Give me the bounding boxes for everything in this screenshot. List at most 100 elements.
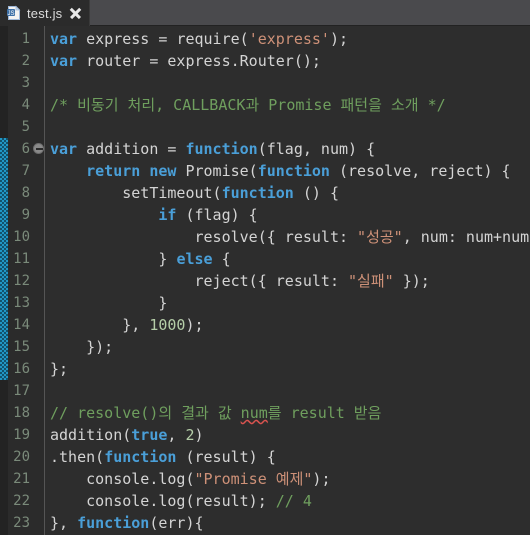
code-line[interactable]: .then(function (result) { <box>45 446 276 468</box>
code-line[interactable]: resolve({ result: "성공", num: num+num }); <box>45 226 530 248</box>
code-token: console.log( <box>50 470 195 488</box>
code-line[interactable]: console.log("Promise 예제"); <box>45 468 330 490</box>
code-token: }); <box>50 338 114 356</box>
code-token: (flag, num) { <box>257 140 376 158</box>
tab-label: test.js <box>27 5 63 21</box>
line-number: 13 <box>13 295 30 311</box>
code-line[interactable]: }, 1000); <box>45 314 203 336</box>
line-number: 11 <box>13 251 30 267</box>
line-number: 12 <box>13 273 30 289</box>
code-token: ); <box>329 30 349 48</box>
close-icon[interactable] <box>69 7 82 20</box>
code-token: function <box>221 184 294 202</box>
code-token: num <box>240 404 268 422</box>
code-fold-collapse-icon[interactable] <box>33 143 44 154</box>
line-number-gutter[interactable]: 1234567891011121314151617181920212223242… <box>8 26 44 535</box>
line-number: 21 <box>13 471 30 487</box>
code-token: var <box>50 140 78 158</box>
code-token: (result) { <box>176 448 276 466</box>
code-line[interactable]: return new Promise(function (resolve, re… <box>45 160 511 182</box>
line-number: 3 <box>21 75 30 91</box>
code-token: var <box>50 30 78 48</box>
code-token: return <box>86 162 141 180</box>
line-number: 22 <box>13 493 30 509</box>
svg-text:JS: JS <box>7 11 14 17</box>
code-token: /* 비동기 처리, CALLBACK과 Promise 패턴을 소개 */ <box>50 96 446 114</box>
code-token: } <box>50 250 177 268</box>
code-line[interactable]: var express = require('express'); <box>45 28 348 50</box>
line-number: 1 <box>21 31 30 47</box>
code-token: setTimeout( <box>50 184 222 202</box>
code-line[interactable] <box>45 72 59 94</box>
code-line[interactable]: console.log(result); // 4 <box>45 490 312 512</box>
code-token: 1000 <box>149 316 186 334</box>
line-number: 18 <box>13 405 30 421</box>
line-number: 10 <box>13 229 30 245</box>
code-line[interactable]: }; <box>45 358 68 380</box>
code-line[interactable]: var addition = function(flag, num) { <box>45 138 375 160</box>
code-token: addition = <box>77 140 186 158</box>
code-line[interactable]: var router = express.Router(); <box>45 50 321 72</box>
code-token: Promise( <box>176 162 258 180</box>
line-number: 6 <box>21 141 30 157</box>
line-number: 9 <box>21 207 30 223</box>
code-token: true <box>131 426 168 444</box>
code-line[interactable]: } <box>45 292 167 314</box>
code-token: , num: num+num }); <box>402 228 530 246</box>
code-token: }; <box>50 360 69 378</box>
code-token: require <box>176 30 240 48</box>
line-number: 5 <box>21 119 30 135</box>
code-token: var <box>50 52 78 70</box>
code-token: function <box>77 514 150 532</box>
line-number: 20 <box>13 449 30 465</box>
code-line[interactable] <box>45 116 59 138</box>
line-number: 17 <box>13 383 30 399</box>
code-token: ); <box>312 470 331 488</box>
code-token: ) <box>194 426 204 444</box>
code-token: // 4 <box>275 492 312 510</box>
code-line[interactable]: setTimeout(function () { <box>45 182 339 204</box>
code-token: (resolve, reject) { <box>329 162 511 180</box>
code-line[interactable]: }); <box>45 336 113 358</box>
code-token: { <box>212 250 231 268</box>
code-editor[interactable]: 1234567891011121314151617181920212223242… <box>0 26 530 535</box>
code-token: , <box>167 426 186 444</box>
code-line[interactable] <box>45 380 59 402</box>
code-line[interactable]: // resolve()의 결과 값 num를 result 받음 <box>45 402 381 424</box>
code-token: () { <box>293 184 339 202</box>
code-token: }, <box>50 316 150 334</box>
code-line[interactable]: } else { <box>45 248 231 270</box>
line-number: 19 <box>13 427 30 443</box>
code-line[interactable]: }, function(err){ <box>45 512 204 534</box>
code-line[interactable]: reject({ result: "실패" }); <box>45 270 429 292</box>
code-token: .then( <box>50 448 105 466</box>
code-token: 'express' <box>248 30 330 48</box>
code-token: addition( <box>50 426 132 444</box>
code-token: 2 <box>185 426 195 444</box>
code-token: 를 result 받음 <box>267 404 382 422</box>
code-token: "Promise 예제" <box>194 470 313 488</box>
code-line[interactable]: /* 비동기 처리, CALLBACK과 Promise 패턴을 소개 */ <box>45 94 446 116</box>
line-number: 4 <box>21 97 30 113</box>
code-token: console.log(result); <box>50 492 276 510</box>
code-token: function <box>104 448 177 466</box>
code-content[interactable]: var express = require('express'); var rou… <box>45 26 530 535</box>
code-line[interactable]: if (flag) { <box>45 204 258 226</box>
code-token: else <box>176 250 213 268</box>
code-token: } <box>50 294 168 312</box>
code-token: function <box>185 140 258 158</box>
line-number: 23 <box>13 515 30 531</box>
code-token: "실패" <box>348 272 394 290</box>
line-number: 16 <box>13 361 30 377</box>
line-number: 8 <box>21 185 30 201</box>
js-file-icon: JS <box>6 5 22 21</box>
line-number: 7 <box>21 163 30 179</box>
code-token: (flag) { <box>176 206 258 224</box>
code-line[interactable]: addition(true, 2) <box>45 424 204 446</box>
code-token: function <box>257 162 330 180</box>
tab-test-js[interactable]: JS test.js <box>0 0 91 26</box>
code-token: reject({ result: <box>50 272 349 290</box>
